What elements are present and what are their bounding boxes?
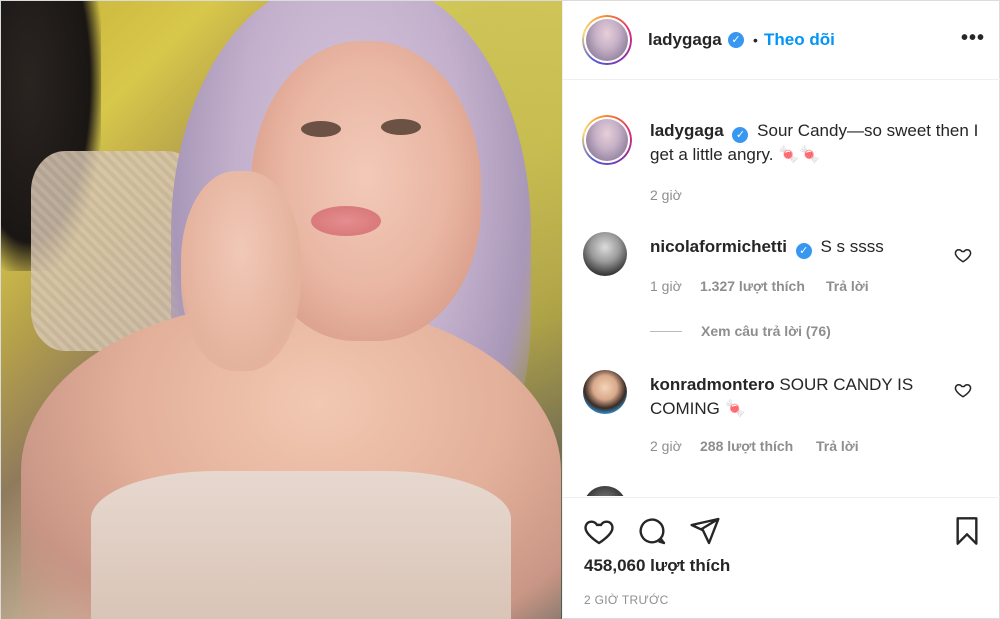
comments-section[interactable]: ladygaga ✓ Sour Candy—so sweet then I ge… [563, 81, 1000, 496]
more-icon[interactable]: ••• [961, 27, 985, 50]
photo-hand [181, 171, 301, 371]
comment-username[interactable]: konradmontero [650, 375, 775, 394]
post-time[interactable]: 2 GIỜ TRƯỚC [584, 593, 669, 607]
post-header: ladygaga ✓ • Theo dõi ••• [563, 1, 1000, 80]
view-replies-line [650, 331, 682, 332]
bookmark-icon[interactable] [951, 515, 983, 547]
follow-button[interactable]: Theo dõi [764, 30, 835, 50]
header-dot: • [753, 32, 758, 48]
verified-icon: ✓ [732, 127, 749, 143]
comment-likes[interactable]: 1.327 lượt thích [700, 278, 805, 294]
post-photo[interactable] [1, 1, 562, 619]
share-icon[interactable] [689, 515, 721, 547]
comment-avatar[interactable] [583, 486, 627, 496]
post-panel: ladygaga ✓ • Theo dõi ••• ladygaga ✓ Sou… [562, 1, 1000, 619]
header-username[interactable]: ladygaga [648, 30, 722, 50]
photo-eye-right [381, 119, 421, 135]
comment-text: nicolaformichetti ✓ S s ssss [650, 235, 950, 259]
post-actions: 458,060 lượt thích 2 GIỜ TRƯỚC [563, 497, 1000, 619]
verified-icon: ✓ [728, 32, 744, 48]
comment-like-icon[interactable] [954, 381, 972, 399]
photo-lips [311, 206, 381, 236]
instagram-post: ladygaga ✓ • Theo dõi ••• ladygaga ✓ Sou… [0, 0, 1000, 619]
comment-text: konradmontero SOUR CANDY IS COMING 🍬 [650, 373, 940, 421]
comment-likes[interactable]: 288 lượt thích [700, 438, 793, 454]
comment-time[interactable]: 2 giờ [650, 438, 682, 454]
comment-time[interactable]: 1 giờ [650, 278, 682, 294]
reply-label[interactable]: Trả lời [816, 438, 859, 454]
comment-username[interactable]: nicolaformichetti [650, 237, 787, 256]
comment-like-icon[interactable] [954, 246, 972, 264]
view-replies-label[interactable]: Xem câu trả lời (76) [701, 323, 831, 339]
header-avatar[interactable] [582, 15, 632, 65]
caption-text: ladygaga ✓ Sour Candy—so sweet then I ge… [650, 119, 980, 167]
comment-body: S s ssss [820, 237, 884, 256]
comment-avatar[interactable] [583, 232, 627, 276]
view-replies-button[interactable]: Xem câu trả lời (76) [701, 323, 831, 339]
reply-button[interactable]: Trả lời [826, 278, 869, 294]
post-likes[interactable]: 458,060 lượt thích [584, 556, 730, 576]
heart-icon[interactable] [583, 515, 615, 547]
comment-icon[interactable] [636, 515, 668, 547]
photo-eye-left [301, 121, 341, 137]
photo-top [91, 471, 511, 619]
comment-likes-label[interactable]: 288 lượt thích [700, 438, 793, 454]
comment-likes-label[interactable]: 1.327 lượt thích [700, 278, 805, 294]
caption-time[interactable]: 2 giờ [650, 187, 682, 203]
reply-label[interactable]: Trả lời [826, 278, 869, 294]
verified-icon: ✓ [795, 243, 812, 259]
caption-avatar[interactable] [582, 115, 632, 165]
comment-avatar[interactable] [583, 370, 627, 414]
reply-button[interactable]: Trả lời [816, 438, 859, 454]
caption-username[interactable]: ladygaga [650, 121, 724, 140]
